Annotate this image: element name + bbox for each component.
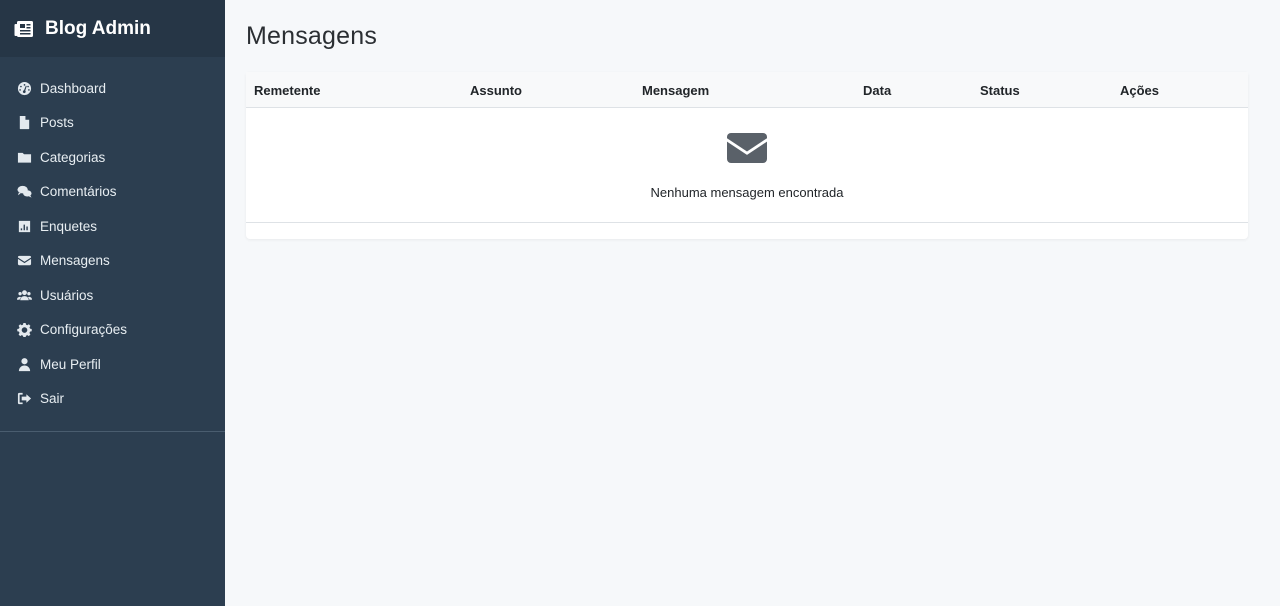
folder-icon [16,149,32,165]
sidebar-item-posts[interactable]: Posts [0,106,225,141]
gear-icon [16,322,32,338]
sidebar-item-label: Enquetes [40,218,98,234]
file-icon [16,115,32,131]
messages-table-card: Remetente Assunto Mensagem Data Status A… [246,72,1248,239]
brand-title: Blog Admin [45,17,151,39]
sidebar-item-dashboard[interactable]: Dashboard [0,71,225,106]
empty-state: Nenhuma mensagem encontrada [246,108,1248,223]
sidebar-item-comentarios[interactable]: Comentários [0,175,225,210]
column-header-assunto[interactable]: Assunto [470,83,522,98]
sidebar: Blog Admin Dashboard Posts Categorias Co… [0,0,225,606]
sidebar-item-categorias[interactable]: Categorias [0,140,225,175]
sidebar-nav: Dashboard Posts Categorias Comentários E… [0,57,225,416]
logout-icon [16,391,32,407]
comments-icon [16,184,32,200]
sidebar-divider [0,431,225,432]
envelope-icon [727,133,767,163]
column-header-acoes[interactable]: Ações [1120,83,1159,98]
envelope-icon [16,253,32,269]
sidebar-item-mensagens[interactable]: Mensagens [0,244,225,279]
main-content: Mensagens Remetente Assunto Mensagem Dat… [225,0,1280,606]
sidebar-item-label: Categorias [40,149,106,165]
sidebar-item-label: Usuários [40,287,94,303]
table-header: Remetente Assunto Mensagem Data Status A… [246,72,1248,108]
brand[interactable]: Blog Admin [0,0,225,57]
sidebar-item-sair[interactable]: Sair [0,382,225,417]
users-icon [16,287,32,303]
newspaper-icon [14,20,34,38]
column-header-data[interactable]: Data [863,83,891,98]
dashboard-icon [16,80,32,96]
sidebar-item-label: Mensagens [40,253,110,269]
column-header-status[interactable]: Status [980,83,1020,98]
sidebar-item-label: Comentários [40,184,117,200]
sidebar-item-configuracoes[interactable]: Configurações [0,313,225,348]
sidebar-item-enquetes[interactable]: Enquetes [0,209,225,244]
chart-icon [16,218,32,234]
sidebar-item-usuarios[interactable]: Usuários [0,278,225,313]
sidebar-item-label: Configurações [40,322,128,338]
empty-state-message: Nenhuma mensagem encontrada [650,185,844,200]
sidebar-item-label: Meu Perfil [40,356,101,372]
sidebar-item-label: Sair [40,391,65,407]
column-header-mensagem[interactable]: Mensagem [642,83,709,98]
sidebar-item-label: Posts [40,115,74,131]
sidebar-item-label: Dashboard [40,80,107,96]
column-header-remetente[interactable]: Remetente [254,83,320,98]
sidebar-item-meu-perfil[interactable]: Meu Perfil [0,347,225,382]
user-icon [16,356,32,372]
page-title: Mensagens [246,22,378,50]
